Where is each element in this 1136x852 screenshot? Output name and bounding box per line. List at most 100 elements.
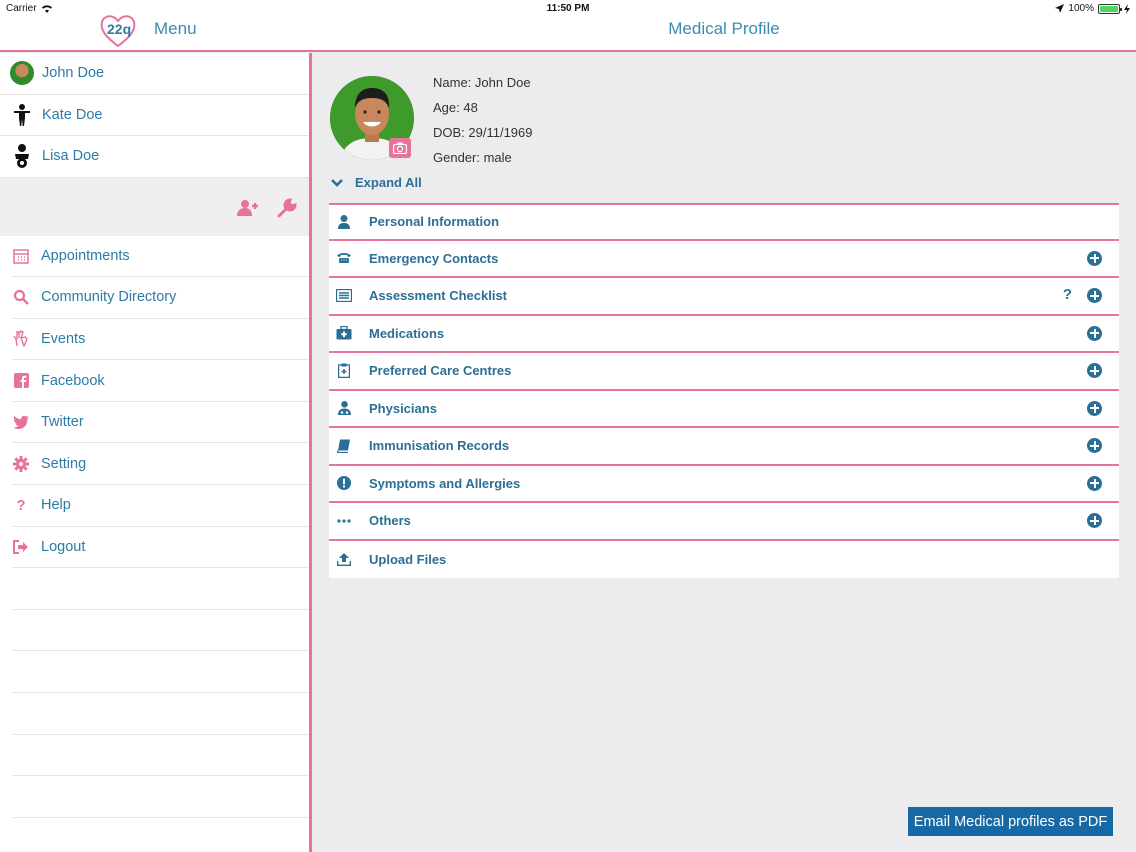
profile-item-kate-doe[interactable]: Kate Doe	[0, 95, 309, 136]
section-label: Others	[369, 513, 411, 529]
profile-toolbar	[0, 177, 309, 236]
clipboard-icon	[338, 363, 350, 379]
section-label: Assessment Checklist	[369, 288, 508, 304]
change-photo-button[interactable]	[389, 138, 411, 158]
patient-name: Name: John Doe	[433, 75, 531, 90]
medical-profile-panel: Name: John Doe Age: 48 DOB: 29/11/1969 G…	[312, 53, 1136, 852]
battery-percent: 100%	[1068, 3, 1094, 14]
menu-item-events[interactable]: Events	[12, 319, 309, 361]
expand-plus-icon[interactable]	[1087, 363, 1102, 378]
profile-item-lisa-doe[interactable]: Lisa Doe	[0, 136, 309, 178]
menu-item-logout[interactable]: Logout	[12, 527, 309, 569]
expand-plus-icon[interactable]	[1087, 438, 1102, 453]
menu-item-appointments[interactable]: Appointments	[12, 236, 309, 278]
phone-icon	[337, 253, 351, 264]
patient-dob: DOB: 29/11/1969	[433, 125, 533, 140]
menu-label: Help	[41, 497, 71, 514]
menu-label: Appointments	[41, 247, 130, 264]
section-emergency-contacts[interactable]: Emergency Contacts	[329, 240, 1119, 278]
profile-item-john-doe[interactable]: John Doe	[0, 53, 309, 95]
menu-label: Setting	[41, 455, 87, 472]
add-user-icon[interactable]	[237, 198, 259, 218]
section-assessment-checklist[interactable]: Assessment Checklist ?	[329, 278, 1119, 316]
expand-plus-icon[interactable]	[1087, 288, 1102, 303]
section-label: Personal Information	[369, 214, 500, 230]
empty-row	[12, 610, 309, 652]
expand-plus-icon[interactable]	[1087, 400, 1102, 416]
battery-icon	[1098, 3, 1122, 14]
expand-plus-icon[interactable]	[1087, 250, 1102, 266]
ellipsis-icon	[337, 519, 351, 523]
main-menu: Appointments Community Directory Events …	[0, 236, 309, 569]
clock: 11:50 PM	[546, 3, 590, 14]
section-physicians[interactable]: Physicians	[329, 390, 1119, 428]
question-icon: ?	[16, 496, 26, 514]
search-icon	[13, 290, 29, 306]
expand-all-button[interactable]: Expand All	[330, 175, 422, 190]
sidebar: John Doe Kate Doe Lisa Doe Appointments …	[0, 53, 312, 852]
section-medications[interactable]: Medications	[329, 315, 1119, 353]
section-symptoms-and-allergies[interactable]: Symptoms and Allergies	[329, 465, 1119, 503]
hand-icon	[13, 330, 28, 348]
profile-name: Lisa Doe	[42, 148, 100, 165]
section-label: Symptoms and Allergies	[369, 475, 521, 491]
section-personal-information[interactable]: Personal Information	[329, 203, 1119, 241]
expand-plus-icon[interactable]	[1087, 325, 1102, 341]
menu-item-twitter[interactable]: Twitter	[12, 402, 309, 444]
twitter-icon	[13, 415, 29, 430]
menu-item-community-directory[interactable]: Community Directory	[12, 277, 309, 319]
menu-label: Twitter	[41, 414, 84, 431]
section-preferred-care-centres[interactable]: Preferred Care Centres	[329, 353, 1119, 391]
profile-name: Kate Doe	[42, 106, 103, 123]
empty-row	[12, 568, 309, 610]
app-logo: 22q	[100, 15, 136, 48]
email-pdf-button[interactable]: Email Medical profiles as PDF	[908, 807, 1113, 836]
section-label: Upload Files	[369, 551, 447, 567]
empty-menu-rows	[0, 568, 309, 818]
section-label: Emergency Contacts	[369, 250, 499, 266]
upload-icon	[337, 552, 351, 566]
section-label: Physicians	[369, 400, 437, 416]
wrench-icon[interactable]	[276, 197, 298, 218]
section-label: Medications	[369, 325, 445, 341]
section-upload-files[interactable]: Upload Files	[329, 540, 1119, 578]
person-icon	[338, 214, 350, 229]
nav-bar: 22q Menu Medical Profile	[0, 15, 1136, 52]
page-title: Medical Profile	[668, 19, 780, 38]
section-label: Immunisation Records	[369, 438, 510, 454]
medkit-icon	[336, 326, 352, 340]
menu-label: Logout	[41, 538, 86, 555]
menu-label: Events	[41, 330, 86, 347]
empty-row	[12, 776, 309, 818]
status-bar: Carrier 11:50 PM 100%	[0, 0, 1136, 18]
calendar-icon	[13, 249, 29, 264]
expand-plus-icon[interactable]	[1087, 475, 1102, 491]
patient-age: Age: 48	[433, 100, 478, 115]
camera-icon	[393, 142, 407, 154]
empty-row	[12, 693, 309, 735]
menu-label: Facebook	[41, 372, 105, 389]
expand-plus-icon[interactable]	[1087, 513, 1102, 528]
avatar	[10, 61, 34, 86]
menu-item-facebook[interactable]: Facebook	[12, 360, 309, 402]
logout-icon	[13, 539, 28, 554]
child-icon	[14, 103, 30, 126]
empty-row	[12, 735, 309, 777]
svg-text:22q: 22q	[107, 21, 131, 37]
patient-summary: Name: John Doe Age: 48 DOB: 29/11/1969 G…	[433, 75, 533, 175]
baby-icon	[15, 144, 29, 169]
book-icon	[337, 439, 350, 453]
section-immunisation-records[interactable]: Immunisation Records	[329, 428, 1119, 466]
profile-list: John Doe Kate Doe Lisa Doe	[0, 53, 309, 178]
menu-item-help[interactable]: ? Help	[12, 485, 309, 527]
gear-icon	[13, 455, 29, 472]
menu-item-setting[interactable]: Setting	[12, 443, 309, 486]
menu-label: Community Directory	[41, 289, 177, 306]
charging-icon	[1124, 3, 1130, 14]
expand-all-label: Expand All	[355, 175, 422, 190]
empty-row	[12, 651, 309, 694]
profile-name: John Doe	[42, 65, 105, 82]
facebook-icon	[13, 373, 29, 389]
section-others[interactable]: Others	[329, 503, 1119, 541]
help-question-icon[interactable]: ?	[1063, 286, 1072, 303]
